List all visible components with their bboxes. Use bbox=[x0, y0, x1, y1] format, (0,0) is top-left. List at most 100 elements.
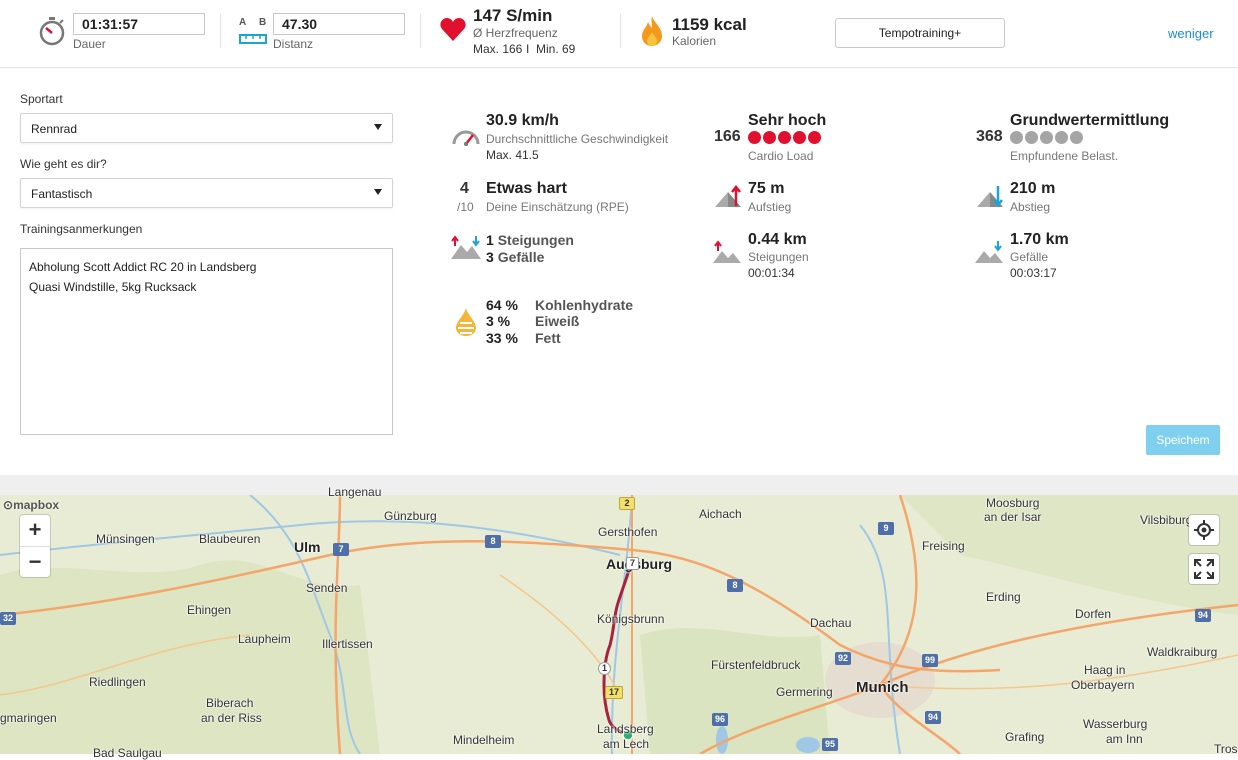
mood-select[interactable]: Fantastisch bbox=[20, 178, 393, 208]
divider bbox=[620, 14, 621, 48]
descent-icon bbox=[977, 186, 1003, 208]
duration-value[interactable]: 01:31:57 bbox=[73, 13, 205, 35]
cardio-load-value: 166 bbox=[714, 128, 741, 145]
climb-distance-value: 0.44 km bbox=[748, 231, 807, 248]
city-label: Haag in bbox=[1084, 663, 1126, 677]
perceived-load-dots bbox=[1010, 131, 1090, 145]
fullscreen-button[interactable] bbox=[1189, 554, 1219, 584]
mapbox-logo: ⊙mapbox bbox=[3, 498, 60, 512]
city-label: Münsingen bbox=[96, 532, 155, 546]
city-label: Vilsbiburg bbox=[1140, 513, 1193, 527]
descent-label: Abstieg bbox=[1010, 200, 1051, 214]
road-shield: 8 bbox=[485, 535, 501, 548]
ascent-value: 75 m bbox=[748, 180, 785, 197]
carbs-label: Kohlenhydrate bbox=[535, 297, 634, 313]
city-label: Wasserburg bbox=[1083, 717, 1148, 731]
rpe-label: Deine Einschätzung (RPE) bbox=[486, 200, 629, 214]
climb-time: 00:01:34 bbox=[748, 266, 795, 280]
road-shield: 94 bbox=[925, 711, 942, 724]
heart-rate-min: Min. 69 bbox=[536, 42, 576, 56]
show-less-link[interactable]: weniger bbox=[1168, 26, 1214, 41]
crosshair-icon bbox=[1194, 520, 1214, 540]
city-label: Grafing bbox=[1005, 730, 1045, 744]
city-label: Laupheim bbox=[238, 632, 291, 646]
cardio-load-title: Sehr hoch bbox=[748, 112, 827, 129]
rpe-value: 4 bbox=[460, 180, 469, 197]
city-label: Blaubeuren bbox=[199, 532, 261, 546]
cardio-load-label: Cardio Load bbox=[748, 149, 814, 163]
city-label: Fürstenfeldbruck bbox=[711, 658, 801, 672]
city-label: Aichach bbox=[699, 507, 742, 521]
rpe-title: Etwas hart bbox=[486, 180, 567, 197]
road-shield: 9 bbox=[878, 522, 894, 535]
city-label: Riedlingen bbox=[89, 675, 146, 689]
calories-value: 1159 kcal bbox=[672, 15, 747, 34]
road-shield: 7 bbox=[626, 557, 640, 570]
divider bbox=[220, 14, 221, 48]
heart-rate-max: Max. 166 bbox=[473, 42, 523, 56]
save-button[interactable]: Speichem bbox=[1146, 425, 1220, 455]
road-shield: 94 bbox=[1195, 609, 1212, 622]
sport-label: Sportart bbox=[20, 92, 63, 106]
carbs-pct: 64 % bbox=[486, 297, 518, 313]
heart-rate-separator: I bbox=[526, 42, 530, 56]
decline-time: 00:03:17 bbox=[1010, 266, 1057, 280]
decline-distance-icon bbox=[975, 241, 1003, 263]
notes-textarea[interactable]: Abholung Scott Addict RC 20 in Landsberg… bbox=[20, 248, 393, 435]
protein-pct: 3 % bbox=[486, 313, 511, 329]
road-shield: 7 bbox=[333, 543, 349, 556]
distance-value[interactable]: 47.30 bbox=[273, 13, 405, 35]
training-program-button[interactable]: Tempotraining+ bbox=[835, 18, 1005, 48]
road-shield: 99 bbox=[922, 654, 939, 667]
sport-select[interactable]: Rennrad bbox=[20, 113, 393, 143]
stopwatch-icon bbox=[39, 17, 65, 46]
mapbox-label: mapbox bbox=[13, 498, 60, 512]
city-label: Germering bbox=[776, 685, 833, 699]
fat-pct: 33 % bbox=[486, 330, 518, 346]
zoom-out-button[interactable]: − bbox=[20, 546, 50, 577]
city-label: an der Isar bbox=[984, 510, 1042, 524]
city-label: Landsberg bbox=[597, 722, 654, 736]
rating-dot bbox=[793, 131, 806, 144]
notes-line: Quasi Windstille, 5kg Rucksack bbox=[29, 280, 197, 294]
city-label: Moosburg bbox=[986, 496, 1040, 510]
mood-label: Wie geht es dir? bbox=[20, 157, 107, 171]
city-label: Munich bbox=[856, 679, 909, 696]
rating-dot bbox=[748, 131, 761, 144]
ascent-icon bbox=[715, 184, 741, 207]
city-label: Ehingen bbox=[187, 603, 232, 617]
city-label: Mindelheim bbox=[453, 733, 515, 747]
descent-value: 210 m bbox=[1010, 180, 1056, 197]
avg-speed-label: Durchschnittliche Geschwindigkeit bbox=[486, 132, 669, 146]
rating-dot bbox=[1025, 131, 1038, 144]
flame-icon bbox=[642, 16, 662, 46]
road-shield: 32 bbox=[0, 612, 17, 625]
city-label: am Lech bbox=[603, 737, 650, 751]
city-label: Erding bbox=[986, 590, 1021, 604]
calories-label: Kalorien bbox=[672, 34, 717, 48]
ascent-label: Aufstieg bbox=[748, 200, 792, 214]
city-label: Dorfen bbox=[1075, 607, 1112, 621]
climbs-number: 1 bbox=[486, 232, 494, 248]
city-label: Langenau bbox=[328, 485, 382, 499]
city-label: an der Riss bbox=[201, 711, 262, 725]
rating-dot bbox=[1055, 131, 1068, 144]
max-speed: Max. 41.5 bbox=[486, 148, 539, 162]
road-shield: 8 bbox=[727, 579, 743, 592]
zoom-in-button[interactable]: + bbox=[20, 515, 50, 546]
rating-dot bbox=[1070, 131, 1083, 144]
city-label: Bad Saulgau bbox=[93, 746, 162, 760]
notes-label: Trainingsanmerkungen bbox=[20, 222, 143, 236]
city-label: Illertissen bbox=[322, 637, 373, 651]
speedometer-icon bbox=[452, 130, 480, 146]
decline-distance-value: 1.70 km bbox=[1010, 231, 1069, 248]
point-a-label: A bbox=[239, 17, 247, 28]
climbs-count: 1 Steigungen bbox=[486, 232, 574, 248]
duration-label: Dauer bbox=[73, 37, 106, 51]
notes-line: Abholung Scott Addict RC 20 in Landsberg bbox=[29, 260, 257, 274]
declines-count: 3 Gefälle bbox=[486, 249, 544, 265]
road-shield: 1 bbox=[598, 662, 612, 675]
perceived-load-label: Empfundene Belast. bbox=[1010, 149, 1119, 163]
locate-button[interactable] bbox=[1189, 515, 1219, 545]
perceived-load-title: Grundwertermittlung bbox=[1010, 112, 1170, 129]
